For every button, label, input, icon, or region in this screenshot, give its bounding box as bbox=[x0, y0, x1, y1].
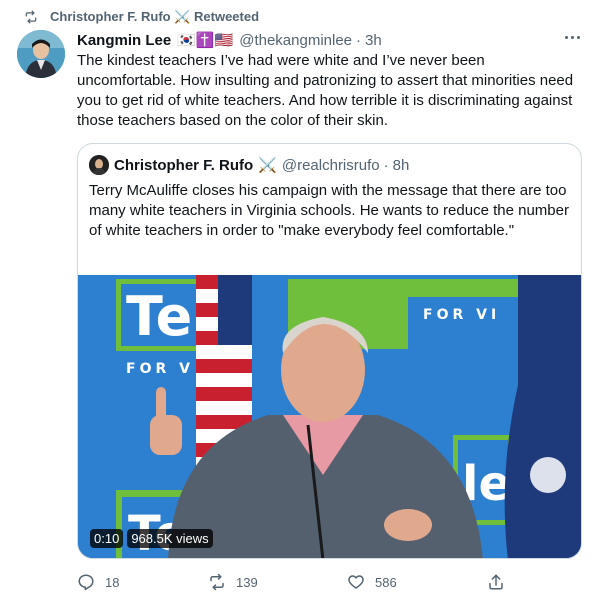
quote-header: Christopher F. Rufo ⚔️ @realchrisrufo · … bbox=[89, 155, 409, 175]
video-player[interactable]: Te FOR V FOR VI Te le bbox=[78, 275, 581, 558]
retweet-indicator[interactable]: Christopher F. Rufo ⚔️ Retweeted bbox=[25, 7, 260, 27]
retweet-label: Christopher F. Rufo ⚔️ Retweeted bbox=[50, 9, 260, 24]
reply-button[interactable]: 18 bbox=[77, 573, 208, 591]
reply-icon bbox=[78, 574, 94, 591]
svg-text:FOR VI: FOR VI bbox=[423, 307, 500, 323]
quote-text: Terry McAuliffe closes his campaign with… bbox=[89, 182, 569, 239]
tweet-time[interactable]: 3h bbox=[365, 32, 382, 49]
reply-count: 18 bbox=[105, 574, 120, 590]
video-frame: Te FOR V FOR VI Te le bbox=[78, 275, 581, 558]
tweet-header: Kangmin Lee 🇰🇷✝️🇺🇸 @thekangminlee · 3h bbox=[77, 30, 582, 50]
separator-dot: · bbox=[383, 156, 389, 174]
retweet-count: 139 bbox=[236, 574, 258, 590]
share-button[interactable] bbox=[487, 573, 517, 591]
more-icon[interactable] bbox=[565, 36, 580, 39]
sign-sub-left: FOR V bbox=[126, 361, 194, 377]
avatar-image bbox=[17, 30, 65, 78]
author-name[interactable]: Kangmin Lee bbox=[77, 32, 171, 49]
svg-text:Te: Te bbox=[126, 285, 192, 348]
author-flags: 🇰🇷✝️🇺🇸 bbox=[177, 32, 234, 49]
author-handle[interactable]: @thekangminlee bbox=[239, 32, 352, 49]
video-duration: 0:10 bbox=[90, 529, 124, 548]
tweet-text: The kindest teachers I’ve had were white… bbox=[77, 52, 574, 129]
separator-dot: · bbox=[356, 31, 362, 49]
like-count: 586 bbox=[375, 574, 397, 590]
retweet-button[interactable]: 139 bbox=[208, 573, 347, 591]
like-button[interactable]: 586 bbox=[347, 573, 487, 591]
retweet-icon bbox=[210, 573, 224, 591]
quote-tweet[interactable]: Christopher F. Rufo ⚔️ @realchrisrufo · … bbox=[77, 143, 582, 559]
quote-author-handle: @realchrisrufo bbox=[281, 156, 380, 174]
quote-avatar bbox=[89, 155, 109, 175]
video-badge: 0:10 968.5K views bbox=[90, 529, 213, 548]
quote-time: 8h bbox=[392, 156, 410, 174]
swords-emoji: ⚔️ bbox=[258, 157, 277, 174]
quote-author-name: Christopher F. Rufo bbox=[114, 156, 254, 174]
share-icon bbox=[489, 574, 503, 590]
avatar[interactable] bbox=[17, 30, 65, 78]
retweet-icon bbox=[25, 10, 37, 24]
video-views: 968.5K views bbox=[127, 529, 213, 548]
heart-icon bbox=[348, 575, 364, 589]
action-bar: 18 139 586 bbox=[77, 572, 517, 592]
